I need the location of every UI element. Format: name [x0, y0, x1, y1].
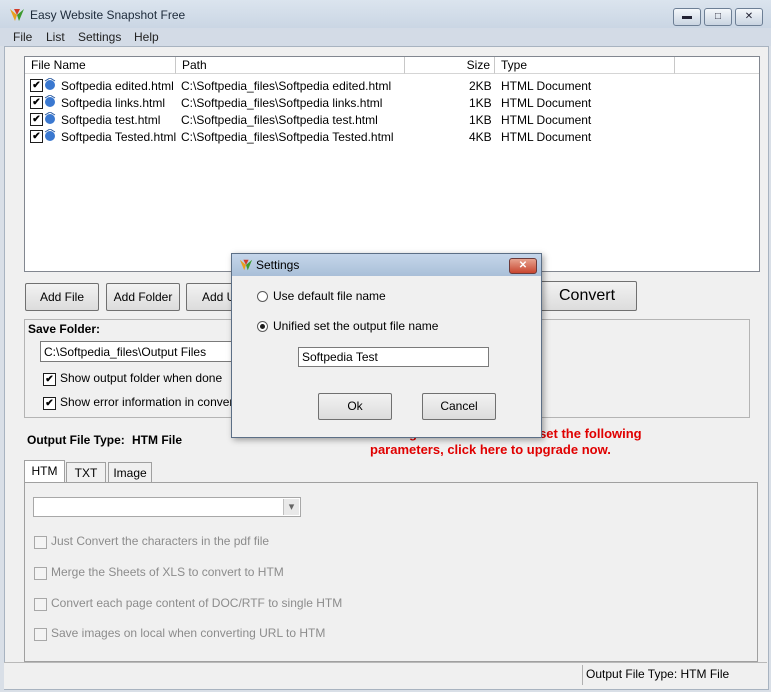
option-label-pdf: Just Convert the characters in the pdf f… — [51, 534, 270, 548]
status-divider — [582, 665, 583, 685]
cancel-button[interactable]: Cancel — [422, 393, 496, 420]
window-title: Easy Website Snapshot Free — [30, 8, 186, 22]
tab-txt[interactable]: TXT — [66, 462, 106, 482]
dialog-title: Settings — [256, 258, 300, 272]
menu-settings[interactable]: Settings — [78, 30, 121, 44]
row-type: HTML Document — [501, 130, 592, 144]
show-output-checkbox[interactable]: ✔ — [43, 373, 56, 386]
dialog-close-button[interactable]: ✕ — [509, 258, 537, 274]
status-output-type: Output File Type: HTM File — [586, 667, 730, 681]
status-bar: Output File Type: HTM File — [4, 662, 767, 689]
output-type-value: HTM File — [132, 433, 182, 447]
option-checkbox-pdf — [34, 536, 47, 549]
maximize-button[interactable]: □ — [704, 8, 732, 26]
html-file-icon — [44, 112, 56, 124]
ok-button[interactable]: Ok — [318, 393, 392, 420]
column-type[interactable]: Type — [495, 57, 675, 74]
app-icon — [239, 259, 253, 271]
html-file-icon — [44, 95, 56, 107]
column-size[interactable]: Size — [405, 57, 495, 74]
add-file-button[interactable]: Add File — [25, 283, 99, 311]
app-icon — [10, 9, 24, 21]
upgrade-line-2: parameters, click here to upgrade now. — [370, 442, 611, 457]
radio-unified-name[interactable] — [257, 321, 268, 332]
tab-htm[interactable]: HTM — [24, 460, 65, 483]
row-path: C:\Softpedia_files\Softpedia edited.html — [181, 79, 392, 93]
output-type-label: Output File Type: — [27, 433, 125, 447]
row-size: 1KB — [469, 96, 492, 110]
row-type: HTML Document — [501, 113, 592, 127]
row-name: Softpedia edited.html — [61, 79, 174, 93]
save-folder-label: Save Folder: — [28, 322, 101, 336]
menu-list[interactable]: List — [46, 30, 65, 44]
column-file-name[interactable]: File Name — [25, 57, 176, 74]
row-name: Softpedia Tested.html — [61, 130, 177, 144]
html-file-icon — [44, 78, 56, 90]
settings-dialog: Settings ✕ Use default file name Unified… — [231, 253, 542, 438]
row-size: 2KB — [469, 79, 492, 93]
row-path: C:\Softpedia_files\Softpedia test.html — [181, 113, 378, 127]
option-checkbox-xls — [34, 567, 47, 580]
table-row[interactable]: ✔ Softpedia Tested.html C:\Softpedia_fil… — [25, 128, 759, 145]
row-path: C:\Softpedia_files\Softpedia Tested.html — [181, 130, 394, 144]
close-button[interactable]: ✕ — [735, 8, 763, 26]
row-size: 4KB — [469, 130, 492, 144]
option-label-url: Save images on local when converting URL… — [51, 626, 326, 640]
row-size: 1KB — [469, 113, 492, 127]
chevron-down-icon: ▾ — [283, 499, 299, 515]
table-row[interactable]: ✔ Softpedia test.html C:\Softpedia_files… — [25, 111, 759, 128]
row-type: HTML Document — [501, 96, 592, 110]
row-name: Softpedia links.html — [61, 96, 166, 110]
menu-file[interactable]: File — [13, 30, 32, 44]
row-name: Softpedia test.html — [61, 113, 161, 127]
tab-image[interactable]: Image — [108, 462, 152, 482]
column-filler — [675, 57, 759, 74]
html-file-icon — [44, 129, 56, 141]
show-output-label: Show output folder when done — [60, 371, 223, 385]
option-label-xls: Merge the Sheets of XLS to convert to HT… — [51, 565, 284, 579]
minimize-button[interactable]: ▬ — [673, 8, 701, 26]
save-folder-path-field[interactable]: C:\Softpedia_files\Output Files — [40, 341, 240, 362]
htm-options-dropdown[interactable]: ▾ — [33, 497, 301, 517]
row-path: C:\Softpedia_files\Softpedia links.html — [181, 96, 383, 110]
radio-default-name-label: Use default file name — [273, 289, 386, 303]
option-label-doc: Convert each page content of DOC/RTF to … — [51, 596, 343, 610]
table-row[interactable]: ✔ Softpedia links.html C:\Softpedia_file… — [25, 94, 759, 111]
add-folder-button[interactable]: Add Folder — [106, 283, 180, 311]
row-checkbox[interactable]: ✔ — [30, 96, 43, 109]
convert-button[interactable]: Convert — [537, 281, 637, 311]
row-checkbox[interactable]: ✔ — [30, 130, 43, 143]
show-error-checkbox[interactable]: ✔ — [43, 397, 56, 410]
show-error-label: Show error information in conversion — [60, 395, 232, 409]
column-path[interactable]: Path — [176, 57, 405, 74]
radio-unified-name-label: Unified set the output file name — [273, 319, 439, 333]
row-checkbox[interactable]: ✔ — [30, 113, 43, 126]
row-checkbox[interactable]: ✔ — [30, 79, 43, 92]
file-list[interactable]: File Name Path Size Type ✔ Softpedia edi… — [24, 56, 760, 272]
option-checkbox-doc — [34, 598, 47, 611]
menu-help[interactable]: Help — [134, 30, 159, 44]
row-type: HTML Document — [501, 79, 592, 93]
table-row[interactable]: ✔ Softpedia edited.html C:\Softpedia_fil… — [25, 77, 759, 94]
option-checkbox-url — [34, 628, 47, 641]
radio-default-name[interactable] — [257, 291, 268, 302]
output-filename-field[interactable]: Softpedia Test — [298, 347, 489, 367]
